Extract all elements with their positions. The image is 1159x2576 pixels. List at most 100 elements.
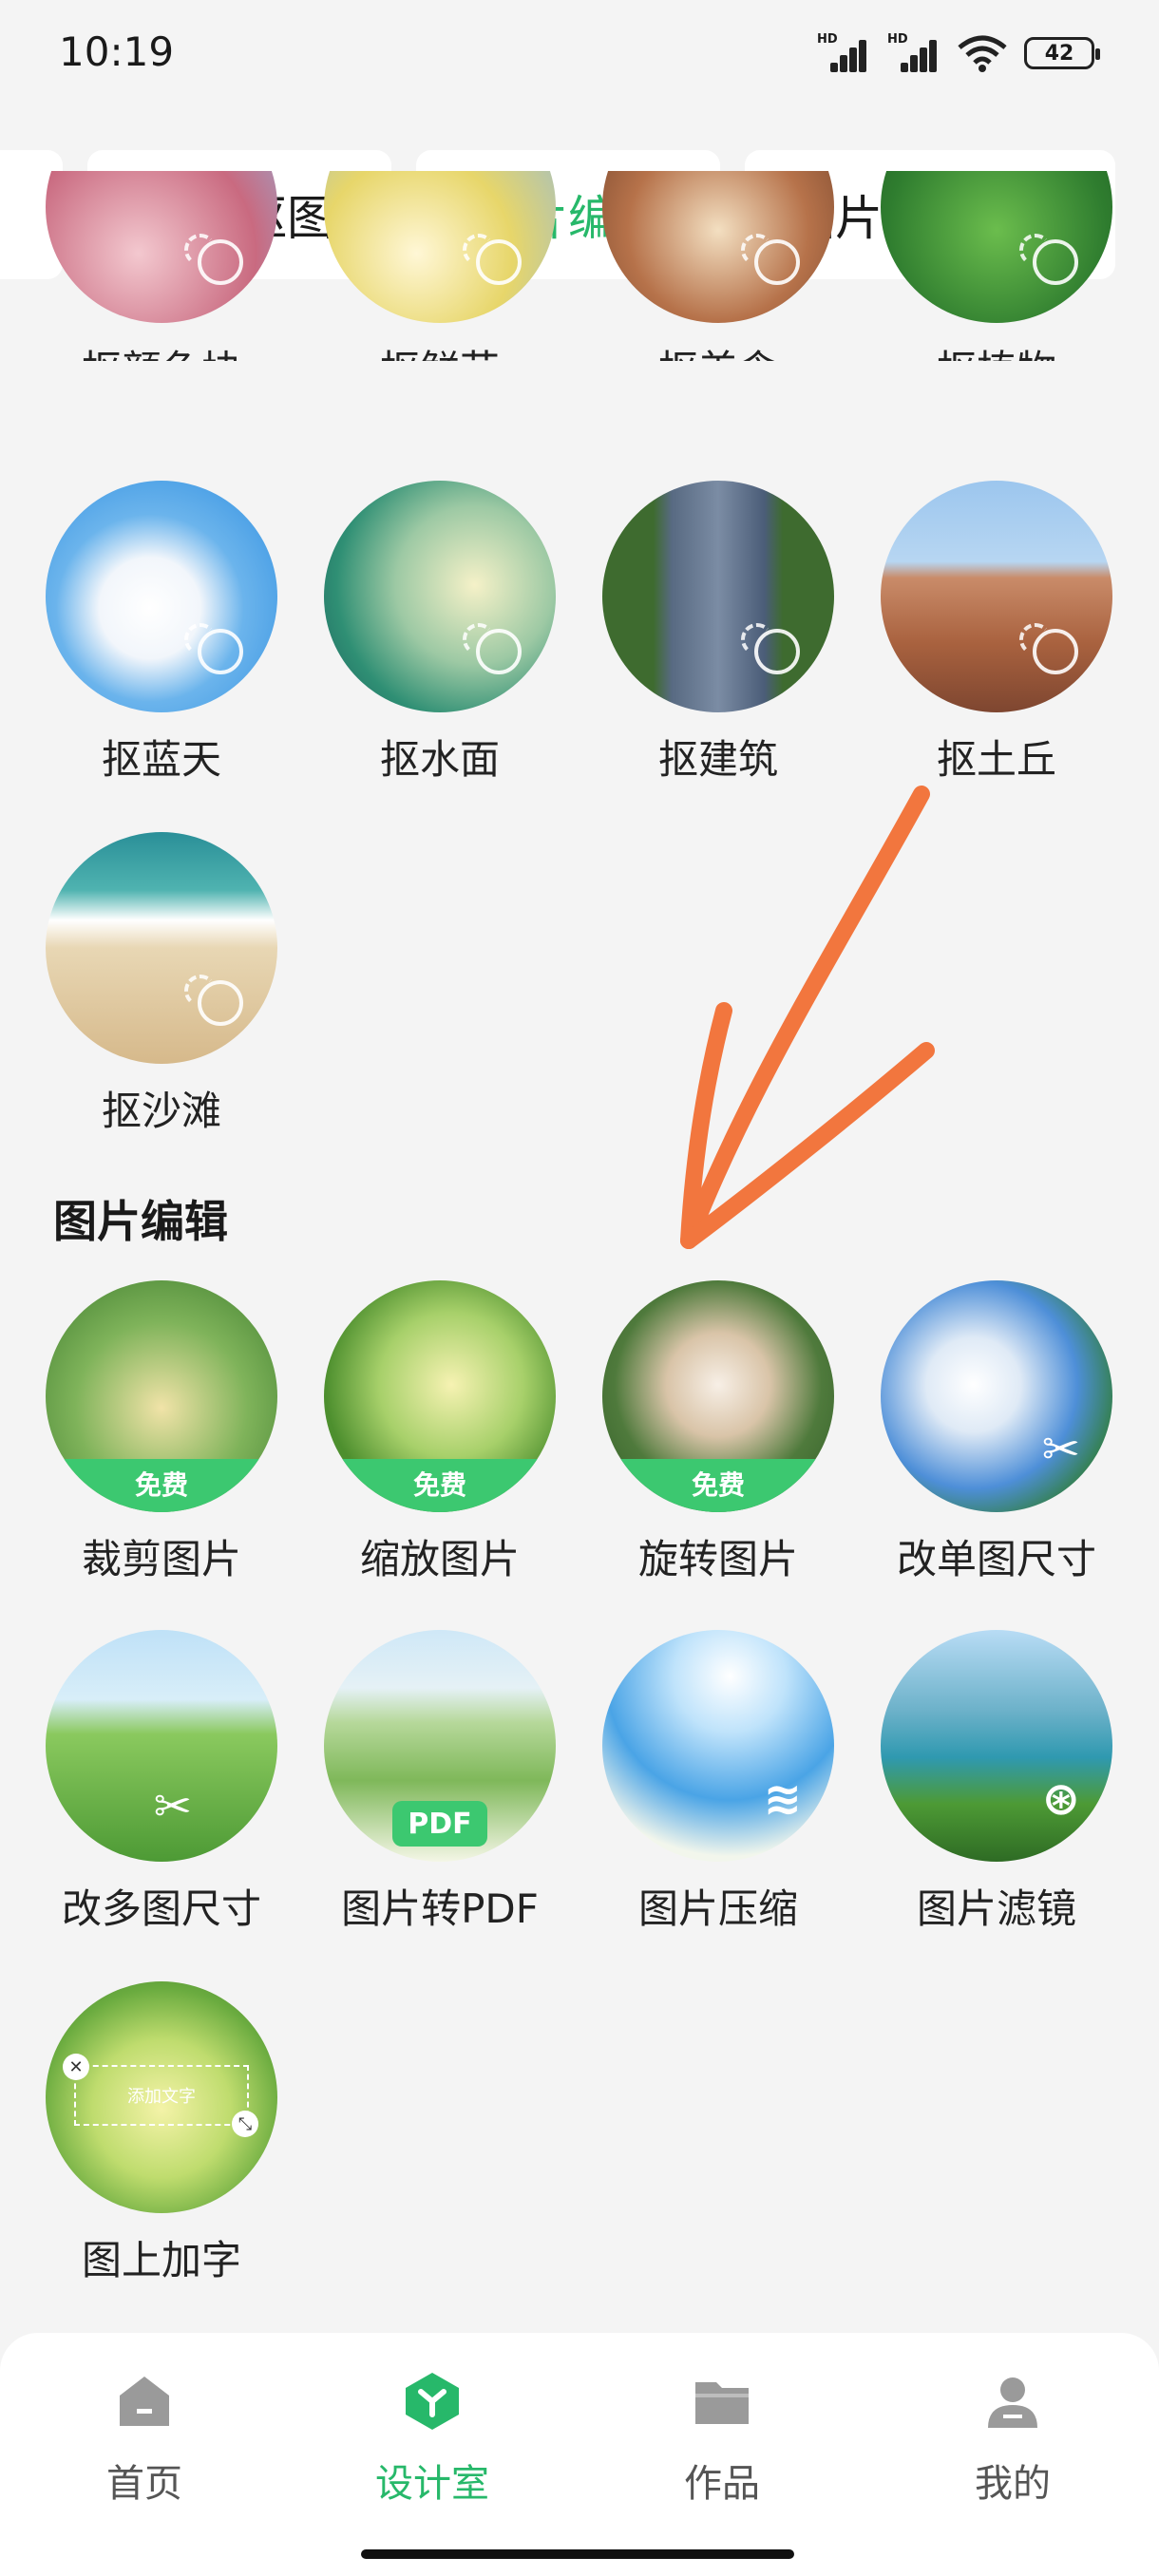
nav-label: 首页 <box>106 2462 182 2506</box>
loading-icon <box>741 623 800 674</box>
loading-icon <box>1019 623 1078 674</box>
profile-icon <box>988 2377 1037 2428</box>
nav-label: 作品 <box>684 2462 760 2506</box>
plant-image <box>881 171 1112 323</box>
grid-item-label: 抠鲜花 <box>307 338 573 361</box>
food-image <box>602 171 834 323</box>
status-time: 10:19 <box>59 28 175 75</box>
grid-item-sky[interactable]: 抠蓝天 <box>28 481 294 786</box>
design-icon <box>406 2373 459 2430</box>
loading-icon <box>184 234 243 285</box>
color-block-image <box>46 171 277 323</box>
hd-label-2: HD <box>887 32 908 47</box>
grid-item-label: 抠水面 <box>379 736 500 783</box>
grid-item-label: 改多图尺寸 <box>61 1885 261 1932</box>
grid-item-label: 裁剪图片 <box>81 1536 241 1582</box>
grid-item-label: 抠蓝天 <box>101 736 221 783</box>
grid-item-flower[interactable]: 抠鲜花 <box>307 171 573 361</box>
grid-item-add-text[interactable]: 添加文字 ✕ ⤡ 图上加字 <box>28 1981 294 2286</box>
grid-item-resize-single[interactable]: ✂ 改单图尺寸 <box>864 1280 1130 1585</box>
wifi-icon <box>958 35 1007 72</box>
compress-image: ≋ <box>602 1630 834 1862</box>
grid-item-food[interactable]: 抠美食 <box>585 171 851 361</box>
scissors-icon: ✂ <box>1041 1423 1080 1476</box>
home-indicator[interactable] <box>361 2549 794 2559</box>
grid-item-label: 图片滤镜 <box>916 1885 1076 1932</box>
grid-item-label: 改单图尺寸 <box>896 1536 1096 1582</box>
scissors-icon: ✂ <box>153 1780 192 1833</box>
hd-label: HD <box>817 32 838 47</box>
grid-item-label: 抠建筑 <box>657 736 778 783</box>
pdf-badge: PDF <box>392 1801 487 1847</box>
grid-item-to-pdf[interactable]: PDF 图片转PDF <box>307 1630 573 1935</box>
sky-image <box>46 481 277 712</box>
to-pdf-image: PDF <box>324 1630 556 1862</box>
loading-icon <box>463 623 522 674</box>
building-image <box>602 481 834 712</box>
nav-item-works[interactable]: 作品 <box>627 2371 817 2508</box>
nav-item-design[interactable]: 设计室 <box>337 2371 527 2508</box>
battery-level: 42 <box>1044 41 1074 66</box>
signal-icon: HD <box>817 32 870 72</box>
signal-icon-2: HD <box>887 32 940 72</box>
cutout-row-partial: 抠颜色块 抠鲜花 抠美食 抠植物 <box>0 171 1159 361</box>
resize-icon: ⤡ <box>232 2111 258 2137</box>
grid-item-beach[interactable]: 抠沙滩 <box>28 832 294 1137</box>
grid-item-label: 抠美食 <box>585 338 851 361</box>
loading-icon <box>184 975 243 1026</box>
grid-item-label: 抠土丘 <box>936 736 1056 783</box>
beach-image <box>46 832 277 1064</box>
nav-item-home[interactable]: 首页 <box>49 2371 239 2508</box>
nav-item-profile[interactable]: 我的 <box>918 2371 1108 2508</box>
filter-image: ⊛ <box>881 1630 1112 1862</box>
grid-item-compress[interactable]: ≋ 图片压缩 <box>585 1630 851 1935</box>
resize-single-image: ✂ <box>881 1280 1112 1512</box>
nav-label-active: 设计室 <box>375 2462 489 2506</box>
grid-item-water[interactable]: 抠水面 <box>307 481 573 786</box>
loading-icon <box>184 623 243 674</box>
resize-multi-image: ✂ <box>46 1630 277 1862</box>
grid-item-label: 图上加字 <box>81 2237 241 2283</box>
home-icon <box>120 2377 169 2426</box>
free-badge: 免费 <box>46 1459 277 1512</box>
grid-item-filter[interactable]: ⊛ 图片滤镜 <box>864 1630 1130 1935</box>
free-badge: 免费 <box>602 1459 834 1512</box>
layers-icon: ≋ <box>763 1772 802 1826</box>
status-bar: 10:19 HD HD 42 <box>0 0 1159 114</box>
water-image <box>324 481 556 712</box>
loading-icon <box>741 234 800 285</box>
bottom-nav: 首页 设计室 作品 我的 <box>0 2333 1159 2576</box>
loading-icon <box>463 234 522 285</box>
grid-item-label: 抠颜色块 <box>28 338 294 361</box>
grid-item-label: 缩放图片 <box>359 1536 520 1582</box>
grid-item-building[interactable]: 抠建筑 <box>585 481 851 786</box>
section-title-image-edit: 图片编辑 <box>53 1196 228 1247</box>
grid-item-label: 图片压缩 <box>637 1885 798 1932</box>
nav-label: 我的 <box>975 2462 1051 2506</box>
rotate-image: 免费 <box>602 1280 834 1512</box>
close-icon: ✕ <box>63 2054 89 2080</box>
status-icons: HD HD 42 <box>817 32 1100 72</box>
mound-image <box>881 481 1112 712</box>
grid-item-scale[interactable]: 免费 缩放图片 <box>307 1280 573 1585</box>
add-text-image: 添加文字 ✕ ⤡ <box>46 1981 277 2213</box>
grid-item-label: 图片转PDF <box>341 1885 539 1932</box>
text-box: 添加文字 <box>74 2065 249 2126</box>
folder-icon <box>695 2382 749 2424</box>
grid-item-mound[interactable]: 抠土丘 <box>864 481 1130 786</box>
grid-item-label: 旋转图片 <box>637 1536 798 1582</box>
grid-item-resize-multi[interactable]: ✂ 改多图尺寸 <box>28 1630 294 1935</box>
flower-image <box>324 171 556 323</box>
grid-item-rotate[interactable]: 免费 旋转图片 <box>585 1280 851 1585</box>
crop-image: 免费 <box>46 1280 277 1512</box>
grid-item-label: 抠植物 <box>864 338 1130 361</box>
loading-icon <box>1019 234 1078 285</box>
filter-circles-icon: ⊛ <box>1041 1772 1080 1826</box>
scale-image: 免费 <box>324 1280 556 1512</box>
grid-item-label: 抠沙滩 <box>101 1088 221 1134</box>
grid-item-plant[interactable]: 抠植物 <box>864 171 1130 361</box>
battery-icon: 42 <box>1024 37 1100 69</box>
grid-item-color-block[interactable]: 抠颜色块 <box>28 171 294 361</box>
free-badge: 免费 <box>324 1459 556 1512</box>
grid-item-crop[interactable]: 免费 裁剪图片 <box>28 1280 294 1585</box>
